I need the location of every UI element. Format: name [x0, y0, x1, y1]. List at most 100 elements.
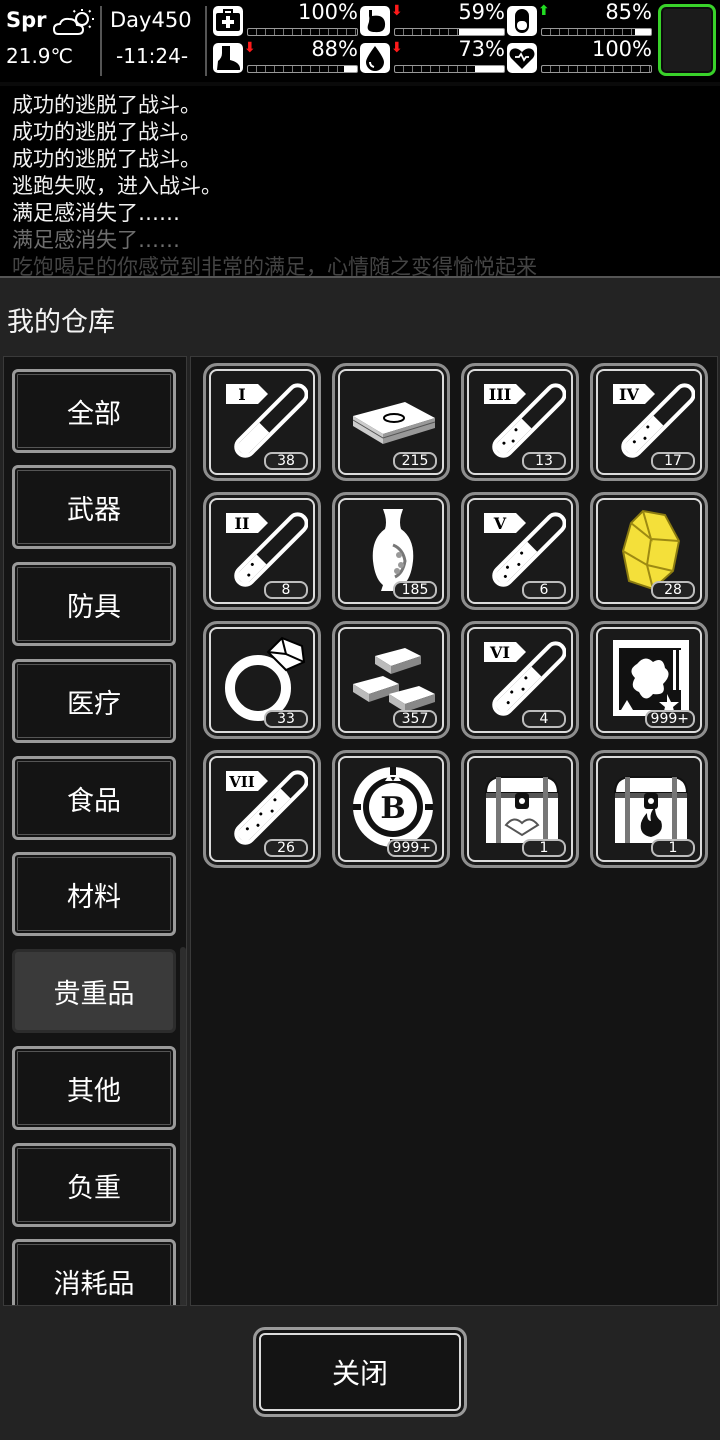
stat-mood[interactable]: 100%	[507, 37, 652, 75]
stat-value: 85%	[605, 0, 652, 24]
stat-value: 73%	[458, 37, 505, 61]
tube-label: I	[238, 385, 245, 404]
water-drop-icon	[360, 43, 390, 73]
stomach-icon	[360, 6, 390, 36]
arrow-up-icon: ⬆	[538, 3, 550, 19]
stat-value: 100%	[297, 0, 358, 24]
cash-stack-icon	[352, 402, 436, 444]
item-slot[interactable]: B 999+	[332, 750, 450, 868]
item-slot[interactable]: 357	[332, 621, 450, 739]
stat-medicine[interactable]: ⬆ 85%	[507, 0, 652, 38]
item-slot[interactable]: 28	[590, 492, 708, 610]
stat-bar-fill	[248, 29, 357, 35]
item-quantity: 33	[264, 710, 308, 728]
category-consumables[interactable]: 消耗品	[12, 1239, 176, 1305]
item-quantity: 17	[651, 452, 695, 470]
tube-label: II	[235, 514, 250, 533]
treasure-chest-icon	[484, 776, 560, 843]
stat-hunger[interactable]: ⬇ 59%	[360, 0, 505, 38]
item-slot[interactable]: I 38	[203, 363, 321, 481]
item-slot[interactable]: V 6	[461, 492, 579, 610]
category-food[interactable]: 食品	[12, 756, 176, 840]
health-kit-icon	[213, 6, 243, 36]
category-medical[interactable]: 医疗	[12, 659, 176, 743]
log-line: 成功的逃脱了战斗。	[12, 93, 201, 117]
stat-bar-fill	[542, 29, 635, 35]
arrow-down-icon: ⬇	[244, 40, 256, 56]
season-label: Spr	[6, 8, 47, 32]
log-line: 满足感消失了……	[12, 228, 180, 252]
close-button[interactable]: 关闭	[253, 1327, 467, 1417]
category-armor[interactable]: 防具	[12, 562, 176, 646]
item-slot[interactable]: II 8	[203, 492, 321, 610]
log-line: 满足感消失了……	[12, 201, 180, 225]
stat-thirst[interactable]: ⬇ 73%	[360, 37, 505, 75]
arrow-down-icon: ⬇	[391, 3, 403, 19]
item-quantity: 1	[522, 839, 566, 857]
test-tube-iv-icon: IV	[613, 383, 695, 458]
category-scrollbar[interactable]	[180, 947, 186, 1305]
stat-bar	[394, 65, 505, 73]
item-slot[interactable]: VI 4	[461, 621, 579, 739]
category-other[interactable]: 其他	[12, 1046, 176, 1130]
item-slot[interactable]: III 13	[461, 363, 579, 481]
item-grid[interactable]: I 38 215 III 13 IV 17 II 8 185 V 6 28 33…	[190, 356, 718, 1306]
category-weapons[interactable]: 武器	[12, 465, 176, 549]
category-all[interactable]: 全部	[12, 369, 176, 453]
item-slot[interactable]: 1	[590, 750, 708, 868]
stat-bar	[394, 28, 505, 36]
category-load[interactable]: 负重	[12, 1143, 176, 1227]
stat-stamina[interactable]: ⬇ 88%	[213, 37, 358, 75]
arrow-down-icon: ⬇	[391, 40, 403, 56]
item-slot[interactable]: 999+	[590, 621, 708, 739]
stat-bar	[541, 28, 652, 36]
tube-label: V	[493, 514, 507, 533]
item-quantity: 13	[522, 452, 566, 470]
item-slot[interactable]: 185	[332, 492, 450, 610]
item-quantity: 28	[651, 581, 695, 599]
item-quantity: 1	[651, 839, 695, 857]
stat-bar	[247, 28, 358, 36]
stat-bar-fill	[542, 66, 651, 72]
tube-label: VI	[489, 643, 510, 662]
item-slot[interactable]: IV 17	[590, 363, 708, 481]
item-quantity: 357	[393, 710, 437, 728]
equipped-slot[interactable]	[658, 4, 716, 76]
tube-label: III	[489, 385, 511, 404]
test-tube-v-icon: V	[484, 512, 566, 587]
tube-label: VII	[228, 773, 255, 791]
item-slot[interactable]: 1	[461, 750, 579, 868]
diamond-ring-icon	[225, 636, 306, 721]
stat-value: 100%	[591, 37, 652, 61]
item-quantity: 8	[264, 581, 308, 599]
status-hud: Spr 21.9℃ Day450 -11:24- 100% ⬇ 59% ⬆ 85…	[0, 0, 720, 82]
category-list[interactable]: 全部 武器 防具 医疗 食品 材料 贵重品 其他 负重 消耗品	[3, 356, 187, 1306]
divider	[100, 6, 102, 76]
stat-bar-fill	[248, 66, 344, 72]
item-quantity: 999+	[644, 710, 695, 728]
gold-bars-icon	[353, 648, 435, 712]
category-valuables[interactable]: 贵重品	[12, 949, 176, 1033]
stat-bar-fill	[395, 66, 475, 72]
log-line: 成功的逃脱了战斗。	[12, 120, 201, 144]
log-line: 成功的逃脱了战斗。	[12, 147, 201, 171]
stat-bar	[541, 65, 652, 73]
item-quantity: 6	[522, 581, 566, 599]
tube-label: IV	[619, 385, 639, 404]
item-slot[interactable]: 215	[332, 363, 450, 481]
category-materials[interactable]: 材料	[12, 852, 176, 936]
log-line: 逃跑失败，进入战斗。	[12, 174, 222, 198]
message-log[interactable]: 成功的逃脱了战斗。 成功的逃脱了战斗。 成功的逃脱了战斗。 逃跑失败，进入战斗。…	[0, 86, 720, 276]
item-quantity: 26	[264, 839, 308, 857]
item-slot[interactable]: 33	[203, 621, 321, 739]
pill-capsule-icon	[507, 6, 537, 36]
log-line: 吃饱喝足的你感觉到非常的满足，心情随之变得愉悦起来	[12, 255, 537, 276]
stat-value: 59%	[458, 0, 505, 24]
item-slot[interactable]: VII 26	[203, 750, 321, 868]
item-quantity: 38	[264, 452, 308, 470]
stat-health[interactable]: 100%	[213, 0, 358, 38]
painting-icon	[613, 640, 689, 716]
fire-chest-icon	[613, 776, 689, 843]
item-quantity: 999+	[386, 839, 437, 857]
item-quantity: 185	[393, 581, 437, 599]
